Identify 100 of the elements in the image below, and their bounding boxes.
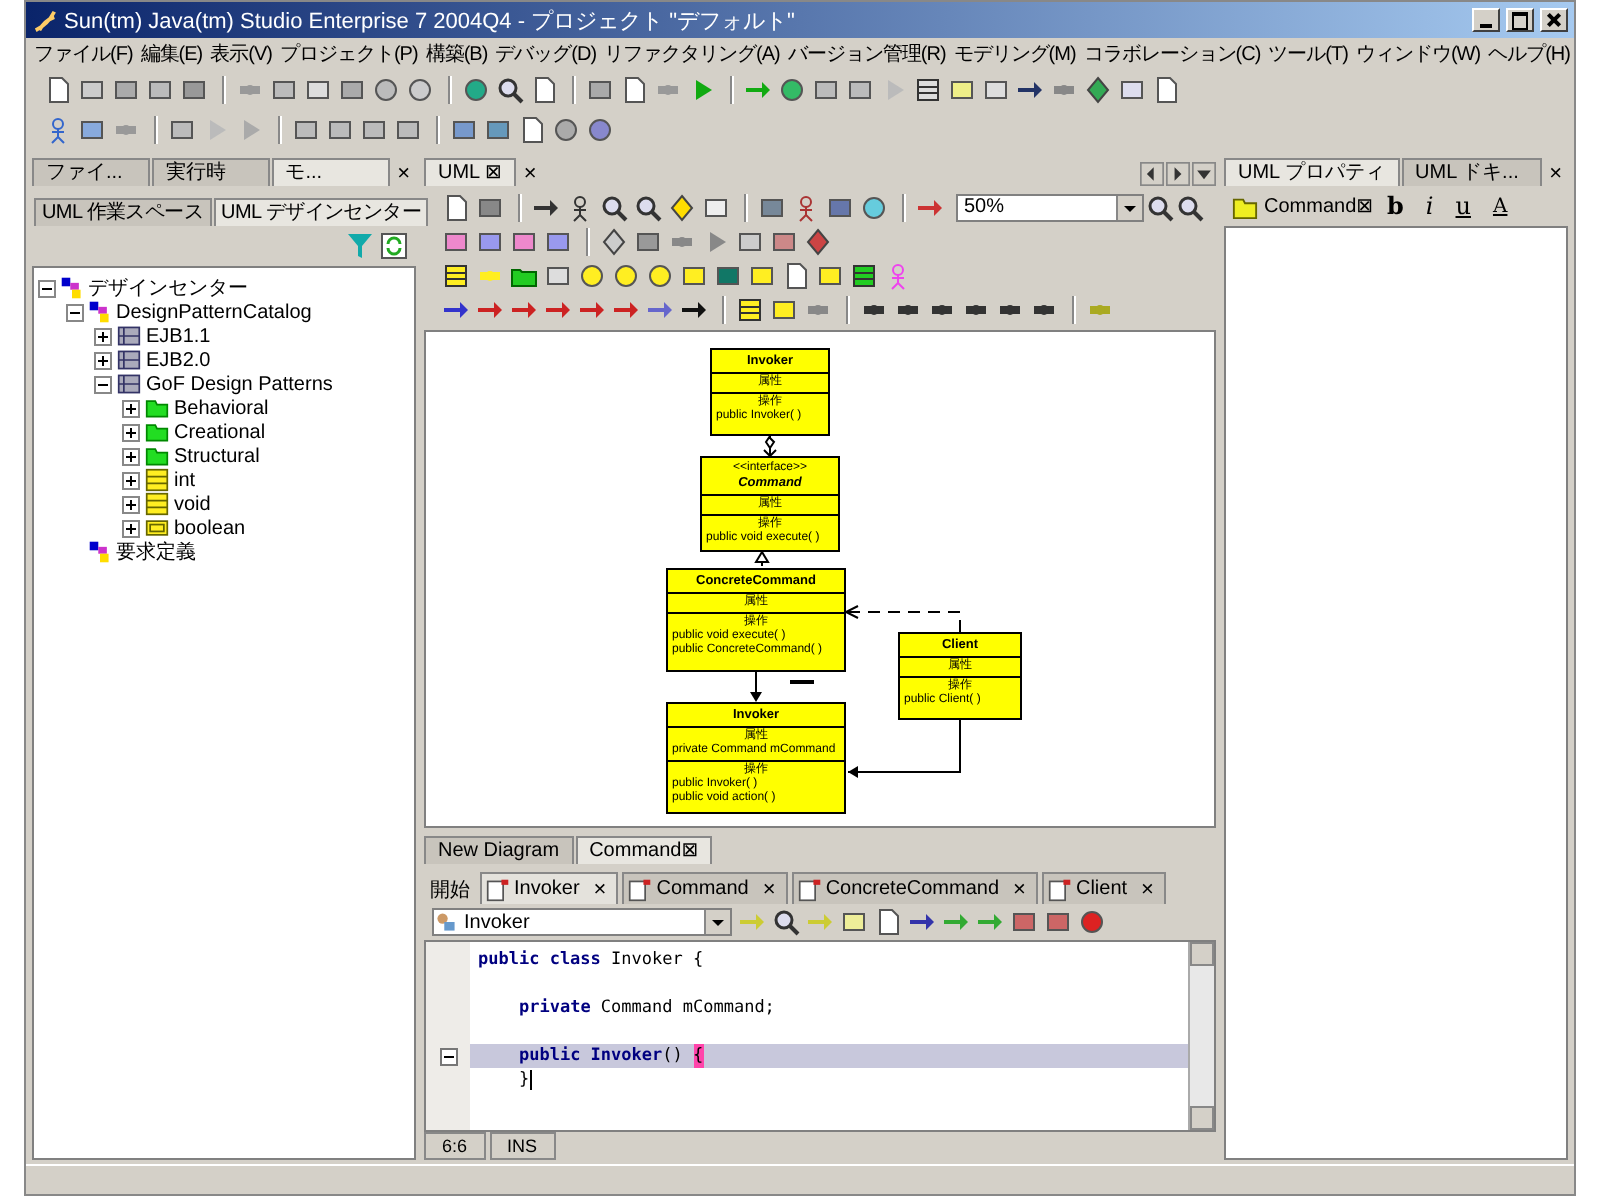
square-icon[interactable] — [1010, 908, 1038, 936]
close-button[interactable]: × — [1007, 877, 1032, 901]
menu-item[interactable]: ツール(T) — [1264, 40, 1352, 68]
circle-icon[interactable] — [578, 261, 606, 289]
menu-item[interactable]: 表示(V) — [206, 40, 276, 68]
circle-icon[interactable] — [778, 76, 806, 104]
tab-scroll-icon[interactable] — [1192, 162, 1216, 186]
square-icon[interactable] — [270, 76, 298, 104]
square-icon[interactable] — [146, 76, 174, 104]
square-icon[interactable] — [510, 227, 538, 255]
diamond-icon[interactable] — [600, 227, 628, 255]
tree-item[interactable]: Behavioral — [174, 397, 269, 419]
panel-tab[interactable]: UML プロパティ — [1224, 158, 1400, 186]
tree-item[interactable]: 要求定義 — [116, 538, 196, 566]
document-icon[interactable] — [442, 193, 470, 221]
search-icon[interactable] — [634, 193, 662, 221]
format-button[interactable]: i — [1417, 192, 1442, 220]
code-editor[interactable]: public class Invoker { private Command mCommand; public Invoker() { } — [424, 940, 1216, 1132]
tree-item[interactable]: int — [174, 469, 196, 491]
list-icon[interactable] — [914, 76, 942, 104]
circle-icon[interactable] — [372, 76, 400, 104]
expand-toggle[interactable] — [122, 423, 140, 441]
list-icon[interactable] — [736, 295, 764, 323]
expand-toggle[interactable] — [122, 447, 140, 465]
tree-item[interactable]: EJB2.0 — [146, 349, 211, 371]
collapse-toggle[interactable] — [94, 375, 112, 393]
square-icon[interactable] — [394, 116, 422, 144]
circle-icon[interactable] — [586, 116, 614, 144]
circle-icon[interactable] — [646, 261, 674, 289]
square-icon[interactable] — [168, 116, 196, 144]
square-icon[interactable] — [484, 116, 512, 144]
expand-toggle[interactable] — [122, 399, 140, 417]
menu-item[interactable]: 構築(B) — [421, 40, 492, 68]
file-tab[interactable]: Client × — [1041, 872, 1166, 904]
expand-toggle[interactable] — [94, 351, 112, 369]
expand-toggle[interactable] — [94, 327, 112, 345]
square-icon[interactable] — [702, 193, 730, 221]
square-icon[interactable] — [292, 116, 320, 144]
expand-toggle[interactable] — [122, 471, 140, 489]
search-icon[interactable] — [496, 76, 524, 104]
circle-icon[interactable] — [406, 76, 434, 104]
square-icon[interactable] — [442, 227, 470, 255]
format-button[interactable]: b — [1379, 192, 1412, 220]
document-icon[interactable] — [44, 76, 72, 104]
square-icon[interactable] — [304, 76, 332, 104]
square-icon[interactable] — [748, 261, 776, 289]
menu-item[interactable]: プロジェクト(P) — [275, 40, 422, 68]
close-button[interactable]: × — [517, 162, 543, 186]
diagram-tab[interactable]: New Diagram — [424, 836, 574, 864]
panel-tab[interactable]: UML 作業スペース — [34, 198, 212, 226]
close-button[interactable]: × — [391, 162, 417, 186]
square-icon[interactable] — [948, 76, 976, 104]
square-icon[interactable] — [326, 116, 354, 144]
document-icon[interactable] — [620, 76, 648, 104]
tab-scroll-icon[interactable] — [1166, 162, 1190, 186]
diamond-icon[interactable] — [668, 193, 696, 221]
start-label[interactable]: 開始 — [424, 876, 476, 904]
square-icon[interactable] — [714, 261, 742, 289]
zoom-combo[interactable]: 50% — [956, 193, 1144, 221]
square-icon[interactable] — [634, 227, 662, 255]
scrollbar[interactable] — [1188, 942, 1214, 1130]
tree-item[interactable]: Creational — [174, 421, 266, 443]
menu-item[interactable]: バージョン管理(R) — [783, 40, 950, 68]
square-icon[interactable] — [360, 116, 388, 144]
square-icon[interactable] — [544, 261, 572, 289]
square-icon[interactable] — [840, 908, 868, 936]
refresh-icon[interactable] — [380, 232, 408, 260]
panel-tab[interactable]: UML ドキ... — [1401, 158, 1542, 186]
arrow-icon[interactable] — [908, 908, 936, 936]
list-icon[interactable] — [850, 261, 878, 289]
menu-item[interactable]: ファイル(F) — [30, 40, 137, 68]
circle-icon[interactable] — [462, 76, 490, 104]
file-tab[interactable]: Invoker × — [480, 872, 619, 904]
square-icon[interactable] — [476, 227, 504, 255]
close-button[interactable]: × — [1543, 162, 1568, 186]
square-icon[interactable] — [846, 76, 874, 104]
tree-item[interactable]: Structural — [174, 445, 260, 467]
square-icon[interactable] — [826, 193, 854, 221]
menu-item[interactable]: 編集(E) — [136, 40, 207, 68]
document-icon[interactable] — [782, 261, 810, 289]
menu-item[interactable]: デバッグ(D) — [491, 40, 601, 68]
file-tab[interactable]: ConcreteCommand × — [791, 872, 1038, 904]
panel-tab[interactable]: モ... — [271, 158, 390, 186]
collapse-toggle[interactable] — [66, 303, 84, 321]
format-button[interactable]: u — [1447, 192, 1479, 220]
expand-toggle[interactable] — [122, 495, 140, 513]
square-icon[interactable] — [758, 193, 786, 221]
collapse-toggle[interactable] — [38, 279, 56, 297]
tab-scroll-icon[interactable] — [1140, 162, 1164, 186]
search-icon[interactable] — [1146, 193, 1174, 221]
square-icon[interactable] — [544, 227, 572, 255]
square-icon[interactable] — [338, 76, 366, 104]
square-icon[interactable] — [680, 261, 708, 289]
diagram-tab[interactable]: Command⊠ — [575, 836, 713, 864]
tree-item[interactable]: GoF Design Patterns — [146, 373, 333, 395]
square-icon[interactable] — [736, 227, 764, 255]
search-icon[interactable] — [600, 193, 628, 221]
square-icon[interactable] — [78, 116, 106, 144]
close-button[interactable]: × — [1135, 877, 1160, 901]
panel-tab[interactable]: ファイ... — [32, 158, 150, 186]
